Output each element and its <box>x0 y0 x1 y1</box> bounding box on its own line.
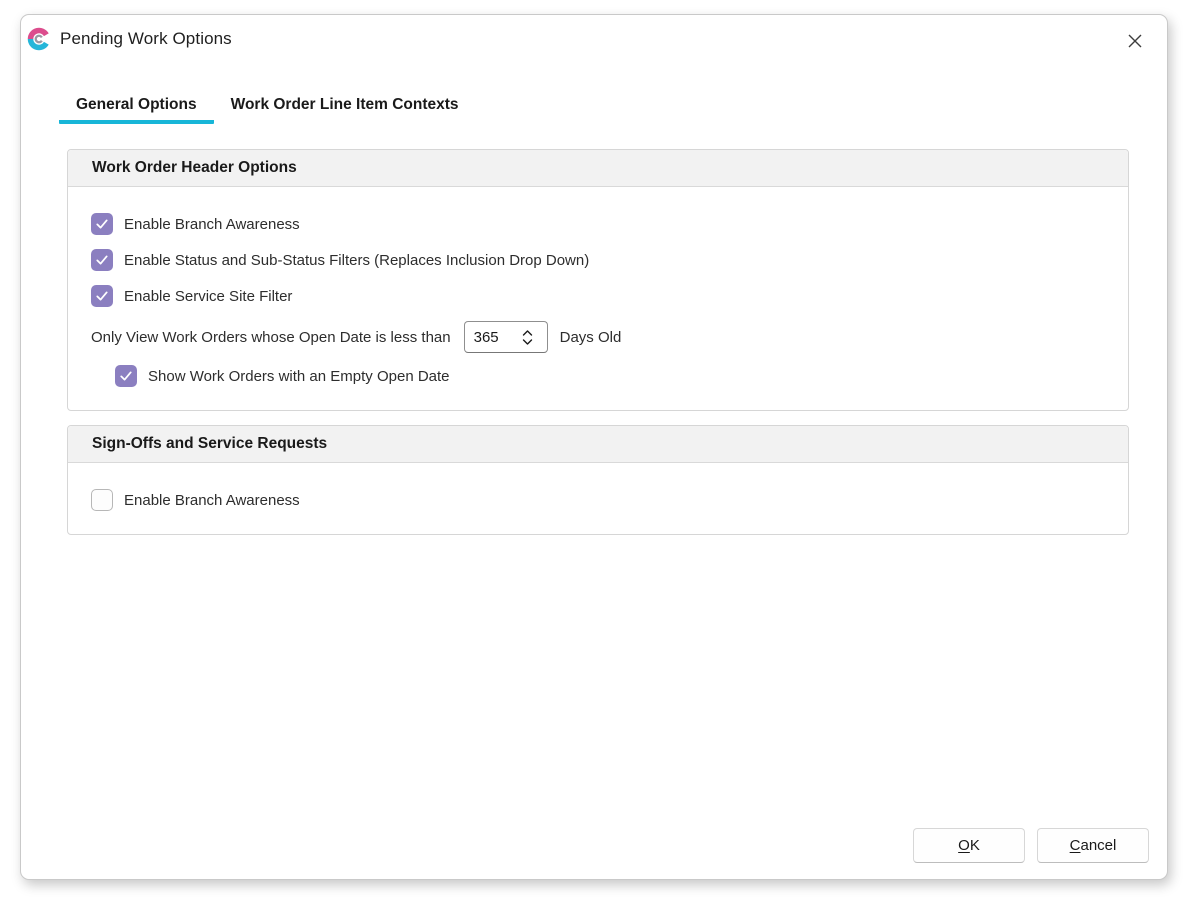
checkbox-row-signoffs-branch-awareness[interactable]: Enable Branch Awareness <box>91 489 1105 511</box>
window-title: Pending Work Options <box>60 29 232 49</box>
cancel-button-label-rest: ancel <box>1080 837 1116 854</box>
open-date-label-before: Only View Work Orders whose Open Date is… <box>91 329 451 346</box>
days-old-numberbox[interactable] <box>464 321 548 353</box>
group-work-order-header-options: Work Order Header Options Enable Branch … <box>67 149 1129 411</box>
checkmark-icon <box>94 252 110 268</box>
checkbox-row-enable-status-filters[interactable]: Enable Status and Sub-Status Filters (Re… <box>91 249 1105 271</box>
tab-strip: General Options Work Order Line Item Con… <box>59 96 1167 124</box>
tab-work-order-line-item-contexts[interactable]: Work Order Line Item Contexts <box>214 96 476 124</box>
checkbox-label: Show Work Orders with an Empty Open Date <box>148 368 450 385</box>
checkbox-enable-branch-awareness[interactable] <box>91 213 113 235</box>
checkbox-show-empty-open-date[interactable] <box>115 365 137 387</box>
checkbox-label: Enable Status and Sub-Status Filters (Re… <box>124 252 589 269</box>
group-signoffs-service-requests: Sign-Offs and Service Requests Enable Br… <box>67 425 1129 535</box>
ok-button[interactable]: OK <box>913 828 1025 863</box>
open-date-label-after: Days Old <box>560 329 622 346</box>
group-header: Work Order Header Options <box>68 150 1128 187</box>
close-icon <box>1127 33 1143 49</box>
cancel-button[interactable]: Cancel <box>1037 828 1149 863</box>
checkbox-row-enable-branch-awareness[interactable]: Enable Branch Awareness <box>91 213 1105 235</box>
pending-work-options-dialog: Pending Work Options General Options Wor… <box>20 14 1168 880</box>
checkbox-label: Enable Branch Awareness <box>124 216 300 233</box>
ok-button-mnemonic: O <box>958 837 970 854</box>
app-logo-icon <box>27 27 51 51</box>
checkmark-icon <box>94 288 110 304</box>
spinner-up-down-icon[interactable] <box>521 329 534 346</box>
tab-general-options[interactable]: General Options <box>59 96 214 124</box>
tab-content: Work Order Header Options Enable Branch … <box>21 149 1167 535</box>
ok-button-label-rest: K <box>970 837 980 854</box>
open-date-filter-row: Only View Work Orders whose Open Date is… <box>91 321 1105 353</box>
group-header: Sign-Offs and Service Requests <box>68 426 1128 463</box>
close-button[interactable] <box>1121 27 1149 55</box>
group-body: Enable Branch Awareness <box>68 463 1128 534</box>
checkbox-signoffs-branch-awareness[interactable] <box>91 489 113 511</box>
cancel-button-mnemonic: C <box>1070 837 1081 854</box>
checkbox-label: Enable Service Site Filter <box>124 288 292 305</box>
checkmark-icon <box>118 368 134 384</box>
checkmark-icon <box>94 216 110 232</box>
group-body: Enable Branch Awareness Enable Status an… <box>68 187 1128 410</box>
checkbox-enable-service-site-filter[interactable] <box>91 285 113 307</box>
titlebar: Pending Work Options <box>21 15 1167 63</box>
checkbox-enable-status-filters[interactable] <box>91 249 113 271</box>
checkbox-row-show-empty-open-date[interactable]: Show Work Orders with an Empty Open Date <box>115 365 1105 387</box>
checkbox-row-enable-service-site-filter[interactable]: Enable Service Site Filter <box>91 285 1105 307</box>
days-old-input[interactable] <box>465 323 515 351</box>
dialog-footer: OK Cancel <box>901 828 1149 863</box>
checkbox-label: Enable Branch Awareness <box>124 492 300 509</box>
